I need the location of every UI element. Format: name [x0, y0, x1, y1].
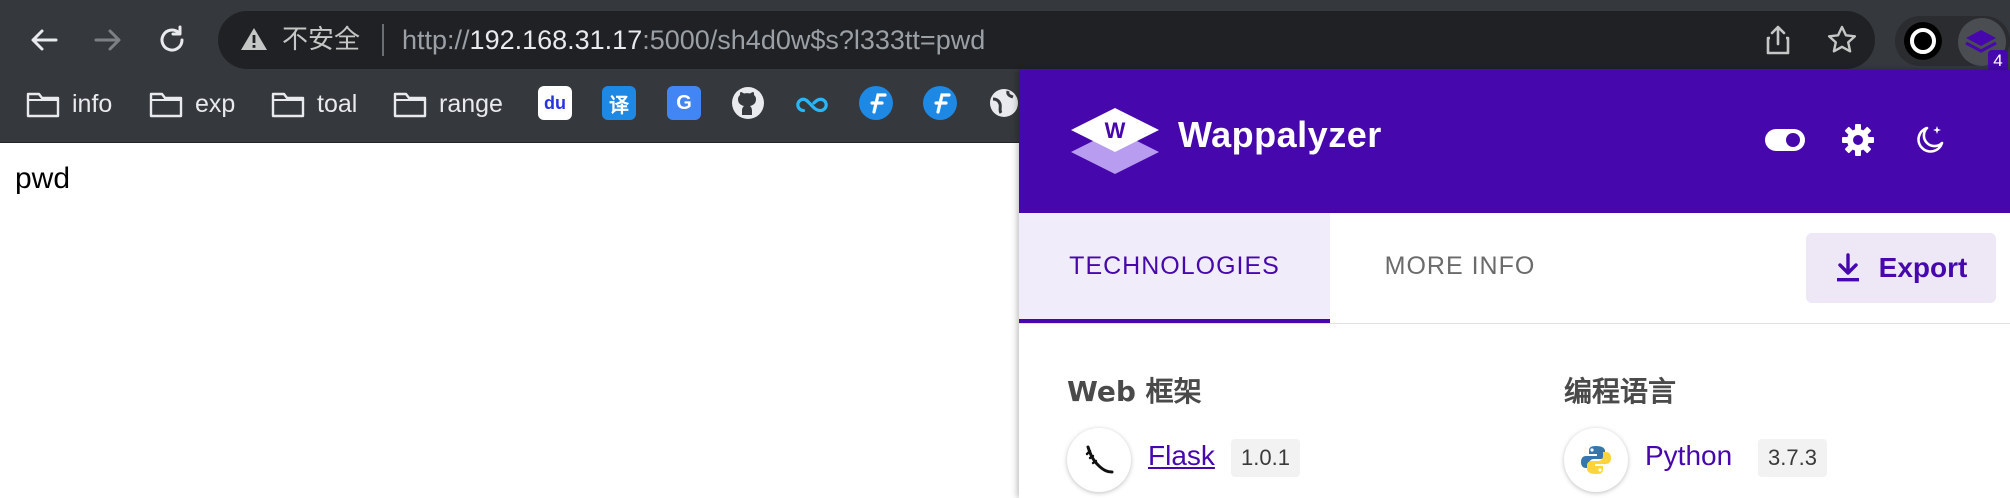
- folder-icon: [149, 92, 183, 118]
- reload-icon: [160, 25, 184, 52]
- globe-icon: [990, 89, 1018, 117]
- settings-button[interactable]: [1836, 118, 1880, 162]
- baidu-bookmark-icon[interactable]: du: [538, 86, 572, 120]
- enable-toggle[interactable]: [1763, 118, 1807, 162]
- bookmark-folder-info[interactable]: info: [26, 84, 112, 124]
- toggle-icon: [1765, 129, 1805, 151]
- bookmark-label: exp: [195, 89, 236, 118]
- bookmark-folder-range[interactable]: range: [393, 84, 503, 124]
- bookmark-folder-exp[interactable]: exp: [149, 84, 235, 124]
- bookmark-star-button[interactable]: [1824, 22, 1860, 58]
- flask-icon: [1067, 428, 1131, 492]
- url-host: 192.168.31.17: [469, 25, 643, 55]
- github-bookmark-icon[interactable]: [731, 86, 765, 120]
- tech-link-flask[interactable]: Flask: [1148, 440, 1215, 472]
- github-icon: [732, 87, 764, 119]
- folder-icon: [393, 92, 427, 118]
- extension-circle-button[interactable]: [1904, 22, 1942, 60]
- f-logo-icon: [870, 93, 887, 114]
- globe-bookmark-icon[interactable]: [987, 86, 1021, 120]
- reload-button[interactable]: [150, 18, 194, 62]
- tech-version-flask: 1.0.1: [1231, 439, 1300, 477]
- cloud-icon: [796, 97, 828, 113]
- moon-icon: [1917, 126, 1944, 153]
- ring-icon: [1910, 28, 1936, 54]
- gear-icon: [1842, 124, 1874, 156]
- wappalyzer-logo-icon: W: [1071, 108, 1159, 174]
- category-title-programming-language: 编程语言: [1564, 375, 1677, 408]
- fofa-bookmark-icon-2[interactable]: [923, 86, 957, 120]
- back-button[interactable]: [22, 18, 66, 62]
- tab-technologies[interactable]: TECHNOLOGIES: [1019, 213, 1330, 323]
- extension-badge: 4: [1988, 50, 2008, 72]
- fofa-bookmark-icon[interactable]: [859, 86, 893, 120]
- bookmark-label: range: [439, 89, 503, 118]
- url-text[interactable]: http://192.168.31.17:5000/sh4d0w$s?l333t…: [402, 20, 985, 60]
- folder-icon: [26, 92, 60, 118]
- tech-version-python: 3.7.3: [1758, 439, 1827, 477]
- folder-icon: [271, 92, 305, 118]
- wappalyzer-header: W Wappalyzer: [1019, 70, 2010, 213]
- omnibox-separator: [382, 24, 384, 56]
- download-icon: [1836, 253, 1859, 282]
- browser-toolbar: 不安全 http://192.168.31.17:5000/sh4d0w$s?l…: [0, 0, 2010, 80]
- wappalyzer-popup: W Wappalyzer TECHNOLOGIES MORE INFO Expo…: [1019, 70, 2010, 498]
- category-title-web-framework: Web 框架: [1067, 375, 1202, 408]
- forward-button[interactable]: [86, 18, 130, 62]
- url-prefix: http://: [402, 25, 470, 55]
- svg-text:W: W: [1105, 118, 1126, 143]
- bookmark-label: toal: [317, 89, 358, 118]
- bookmark-label: info: [72, 89, 113, 118]
- star-icon: [1827, 25, 1857, 53]
- share-icon: [1766, 25, 1790, 55]
- translate-bookmark-icon[interactable]: 译: [602, 86, 636, 120]
- python-icon: [1564, 428, 1628, 492]
- bookmark-folder-toal[interactable]: toal: [271, 84, 357, 124]
- arrow-right-icon: [94, 29, 121, 51]
- tab-more-info[interactable]: MORE INFO: [1330, 213, 1590, 320]
- tech-link-python[interactable]: Python: [1645, 440, 1732, 472]
- export-label: Export: [1878, 252, 1968, 283]
- f-logo-icon: [934, 93, 951, 114]
- page-body-text: pwd: [15, 162, 71, 195]
- theme-toggle-button[interactable]: [1908, 118, 1952, 162]
- google-translate-bookmark-icon[interactable]: G: [667, 86, 701, 120]
- share-button[interactable]: [1760, 22, 1796, 58]
- url-rest: :5000/sh4d0w$s?l333tt=pwd: [642, 25, 986, 55]
- cloud-bookmark-icon[interactable]: [795, 86, 829, 120]
- arrow-left-icon: [31, 29, 58, 51]
- wappalyzer-extension-button[interactable]: 4: [1958, 18, 2008, 72]
- wappalyzer-title: Wappalyzer: [1178, 114, 1382, 155]
- export-button[interactable]: Export: [1806, 233, 1996, 303]
- warning-icon[interactable]: [240, 26, 268, 52]
- security-status[interactable]: 不安全: [282, 20, 360, 60]
